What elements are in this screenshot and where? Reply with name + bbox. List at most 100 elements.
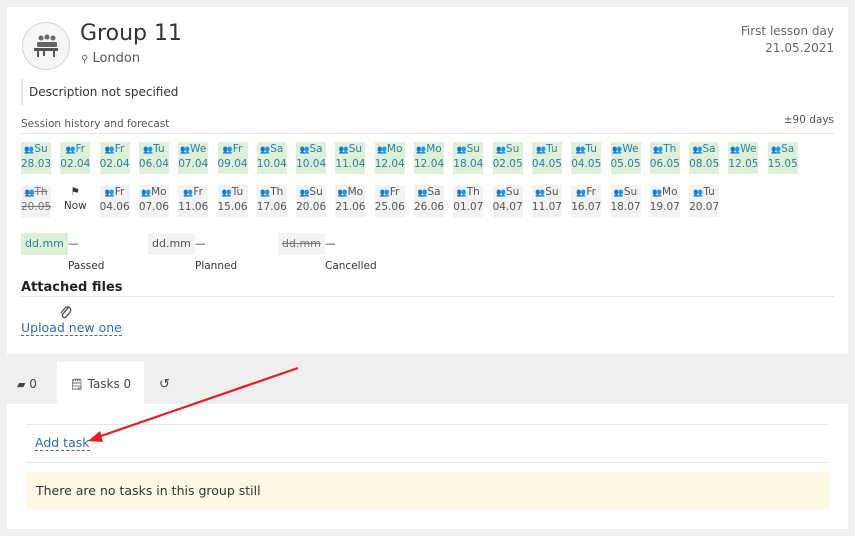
session-date: 12.04 [414,158,445,170]
session-date: 04.05 [571,158,602,170]
add-task-link[interactable]: Add task [35,435,90,451]
session-day: 👥Su [495,186,520,198]
group-description: Description not specified [21,79,289,105]
divider [26,462,829,463]
location-pin-icon: ⚲ [81,54,89,65]
session-day: 👥Su [495,143,520,155]
session-cell[interactable]: 👥Th 06.05 [649,142,680,174]
tasks-icon: 🗒 [69,378,84,391]
session-cell[interactable]: 👥We 05.05 [610,142,641,174]
session-date: 28.03 [21,158,52,170]
group-card: Group 11 ⚲ London First lesson day 21.05… [7,7,848,354]
session-cell[interactable]: 👥Sa 08.05 [689,142,719,174]
session-date: 04.05 [531,158,562,170]
divider [21,133,834,134]
session-date: 18.07 [610,201,641,213]
session-day: 👥Fr [65,143,86,155]
tab-history[interactable]: ↺ [159,362,179,404]
classroom-icon [34,34,58,57]
session-day: 👥Tu [221,186,244,198]
session-day: 👥Th [456,186,480,198]
session-date: 07.06 [138,201,169,213]
session-day: 👥Mo [376,143,403,155]
session-day: 👥Su [338,143,363,155]
session-day: 👥Fr [183,186,203,198]
session-cell[interactable]: 👥Su 28.03 [21,142,51,174]
session-cell[interactable]: 👥Sa 26.06 [414,185,444,217]
session-date: 02.05 [492,158,523,170]
session-cell[interactable]: 👥Tu 06.04 [138,142,169,174]
session-date: 16.07 [571,201,602,213]
tab-tasks[interactable]: 🗒 Tasks 0 [57,362,144,404]
session-day: 👥Tu [575,143,597,155]
session-cell[interactable]: 👥Tu 15.06 [217,185,248,217]
session-cell[interactable]: 👥Mo 21.06 [335,185,365,217]
session-day: 👥Fr [576,186,596,198]
session-day: 👥Fr [222,143,243,155]
session-date: 04.06 [99,201,130,213]
session-date: 06.05 [649,158,680,170]
session-cell[interactable]: 👥Fr 16.07 [571,185,601,217]
session-cell[interactable]: 👥Mo 07.06 [138,185,169,217]
session-day: 👥Sa [299,143,323,155]
session-cell[interactable]: 👥Fr 11.06 [178,185,208,217]
session-cell[interactable]: 👥Fr 25.06 [374,185,405,217]
session-history-range: ±90 days [783,114,834,126]
tasks-tab-label: Tasks 0 [87,377,132,391]
history-icon: ↺ [159,377,170,392]
session-day: 👥Su [24,143,48,155]
session-cell[interactable]: 👥Su 11.04 [335,142,365,174]
session-cell[interactable]: 👥Su 20.06 [296,185,326,217]
session-cell[interactable]: 👥Sa 15.05 [767,142,798,174]
session-date: 11.06 [178,201,209,213]
session-cell[interactable]: 👥Th 01.07 [453,185,483,217]
session-date: 15.05 [767,158,798,170]
legend-planned-label: — Planned [195,238,238,272]
comments-count: 0 [29,377,37,391]
first-lesson-label: First lesson day [740,24,834,38]
tasks-panel: Add task There are no tasks in this grou… [7,404,848,529]
session-cell[interactable]: 👥Fr 02.04 [60,142,90,174]
session-cell[interactable]: 👥Th 17.06 [256,185,287,217]
session-date: 20.06 [296,201,327,213]
session-cell[interactable]: 👥Tu 04.05 [531,142,562,174]
session-day: 👥Su [456,143,480,155]
tab-comments[interactable]: ▰ 0 [17,362,51,404]
session-cell[interactable]: 👥Th 20.05 [21,185,51,217]
session-cell[interactable]: 👥Mo 19.07 [649,185,680,217]
legend-planned-swatch: dd.mm [148,233,195,255]
session-date: 02.04 [99,158,130,170]
session-cell[interactable]: 👥Sa 10.04 [256,142,287,174]
session-cell[interactable]: 👥Su 11.07 [531,185,562,217]
session-day: 👥Th [260,186,284,198]
session-cell[interactable]: 👥Mo 12.04 [414,142,444,174]
session-date: 11.07 [531,201,562,213]
session-day: 👥Tu [536,143,558,155]
session-cell[interactable]: 👥Su 02.05 [492,142,523,174]
session-cell[interactable]: 👥Su 04.07 [492,185,523,217]
session-cell[interactable]: 👥Fr 04.06 [99,185,130,217]
session-cell[interactable]: 👥Fr 02.04 [99,142,130,174]
session-cell[interactable]: 👥We 07.04 [178,142,208,174]
session-cell[interactable]: 👥Mo 12.04 [374,142,405,174]
session-cell[interactable]: 👥Su 18.04 [453,142,483,174]
session-cell[interactable]: 👥Tu 20.07 [689,185,719,217]
session-cell[interactable]: 👥Sa 10.04 [296,142,326,174]
first-lesson-info: First lesson day 21.05.2021 [741,23,834,57]
upload-file-link[interactable]: Upload new one [21,320,122,336]
session-history-label: Session history and forecast [21,118,170,130]
session-date: 10.04 [296,158,327,170]
session-date: 07.04 [178,158,209,170]
session-day: 👥We [730,143,757,155]
session-cell[interactable]: 👥Su 18.07 [610,185,641,217]
session-date: Now [63,200,87,212]
session-cell[interactable]: 👥Fr 09.04 [217,142,248,174]
session-day: 👥Su [613,186,638,198]
tab-bar: ▰ 0 🗒 Tasks 0 ↺ [7,362,848,404]
session-cell[interactable]: ⚑ Now [60,185,91,217]
session-day: 👥Su [299,186,323,198]
session-day: 👥Mo [141,186,167,198]
session-cell[interactable]: 👥Tu 04.05 [571,142,601,174]
session-date: 02.04 [60,158,91,170]
session-cell[interactable]: 👥We 12.05 [728,142,758,174]
